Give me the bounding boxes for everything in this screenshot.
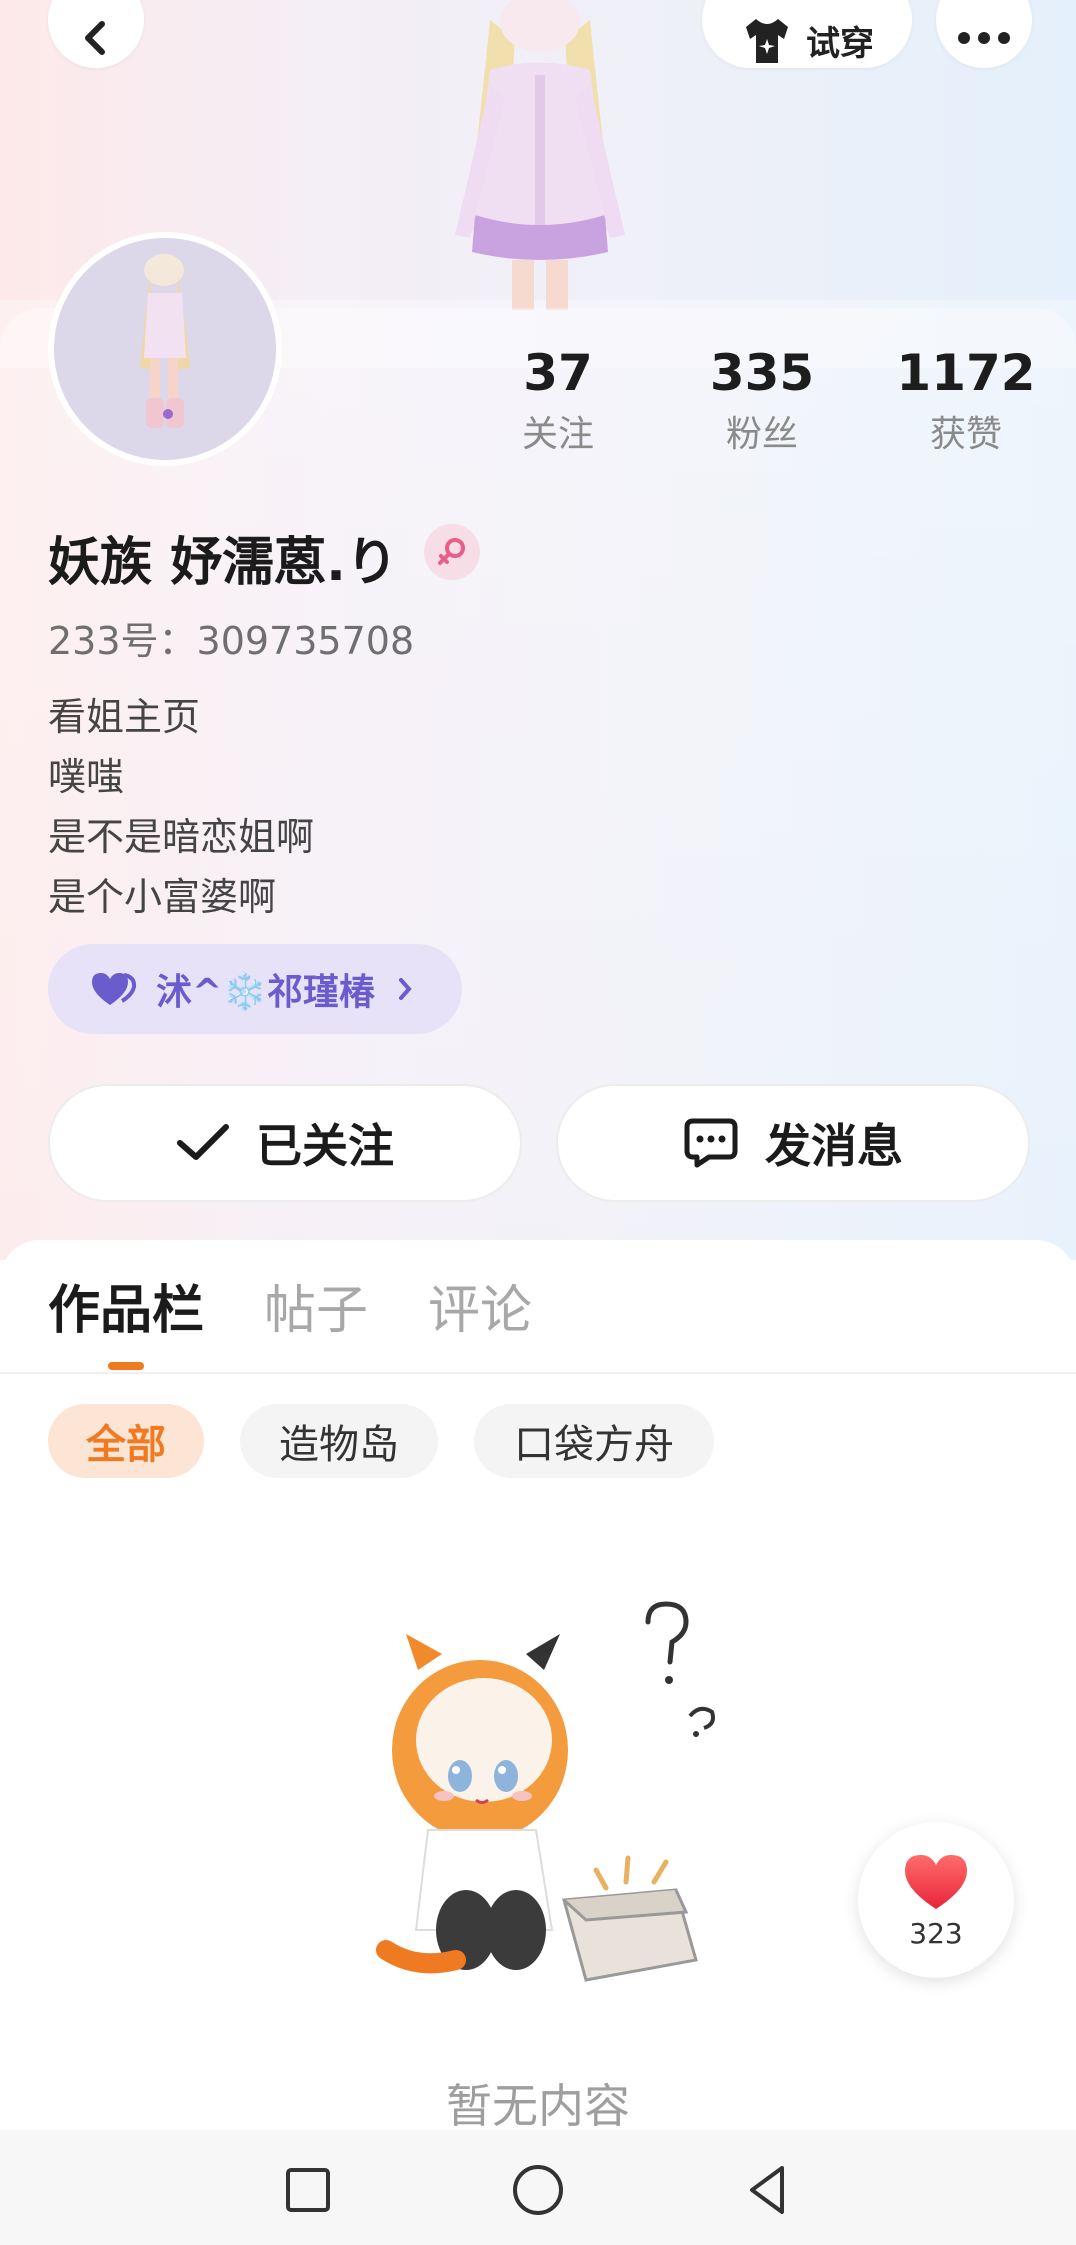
- gender-badge: [424, 524, 480, 580]
- filter-creation-island[interactable]: 造物岛: [240, 1404, 438, 1478]
- user-id-value: 309735708: [196, 619, 415, 663]
- user-id: 233号：309735708: [48, 610, 414, 665]
- divider: [0, 1372, 1076, 1374]
- stat-likes-label: 获赞: [929, 414, 1002, 455]
- stat-fans[interactable]: 335 粉丝: [672, 338, 852, 462]
- stat-following-label: 关注: [521, 414, 594, 455]
- like-floating-button[interactable]: 323: [858, 1822, 1014, 1978]
- stat-following[interactable]: 37 关注: [468, 338, 648, 462]
- stat-fans-label: 粉丝: [725, 414, 798, 455]
- female-icon: [438, 538, 465, 565]
- tryon-label: 试穿: [806, 23, 874, 64]
- avatar-image: [54, 238, 276, 460]
- profile-nickname: 妖族 妤濡蒽.り: [48, 533, 398, 593]
- home-icon[interactable]: [508, 2160, 568, 2220]
- user-id-label: 233号：: [48, 619, 197, 663]
- message-button-label: 发消息: [765, 1119, 903, 1173]
- relationship-tag[interactable]: 沭^❄️祁瑾椿: [48, 944, 462, 1034]
- heart-icon: [92, 973, 137, 1005]
- empty-state-text: 暂无内容: [446, 2079, 630, 2133]
- follow-button-label: 已关注: [256, 1119, 394, 1173]
- chevron-left-icon: [85, 21, 105, 55]
- stat-likes-value: 1172: [896, 344, 1036, 402]
- avatar-figure: [140, 254, 190, 428]
- back-nav-icon[interactable]: [738, 2160, 798, 2220]
- bio-line: 是不是暗恋姐啊: [48, 815, 315, 859]
- avatar-3d-figure: [455, 0, 625, 310]
- bio-line: 噗嗤: [48, 755, 125, 799]
- tab-works[interactable]: 作品栏: [48, 1268, 204, 1343]
- tab-posts[interactable]: 帖子: [264, 1268, 368, 1343]
- follow-button[interactable]: 已关注: [48, 1084, 522, 1202]
- like-count: 323: [909, 1916, 963, 1950]
- chat-icon: [684, 1118, 738, 1168]
- bio-line: 看姐主页: [48, 695, 201, 739]
- tab-active-indicator: [108, 1362, 144, 1370]
- relationship-tag-label: 沭^❄️祁瑾椿: [156, 972, 375, 1013]
- filter-all[interactable]: 全部: [48, 1404, 204, 1478]
- avatar[interactable]: [48, 232, 282, 466]
- tryon-button[interactable]: 试穿: [702, 0, 912, 68]
- message-button[interactable]: 发消息: [556, 1084, 1030, 1202]
- bio-line: 是个小富婆啊: [48, 875, 277, 919]
- more-dots-icon: [958, 32, 1010, 44]
- empty-state-illustration: [376, 1601, 715, 1982]
- filter-pocket-ark[interactable]: 口袋方舟: [474, 1404, 714, 1478]
- shirt-icon: [746, 19, 788, 63]
- stat-following-value: 37: [523, 344, 593, 402]
- check-icon: [177, 1124, 229, 1160]
- chevron-right-icon: [399, 978, 412, 1000]
- system-nav-bar: [0, 2130, 1076, 2245]
- recents-icon[interactable]: [278, 2160, 338, 2220]
- tab-comments[interactable]: 评论: [428, 1268, 532, 1343]
- stat-likes[interactable]: 1172 获赞: [876, 338, 1056, 462]
- heart-icon: [905, 1854, 967, 1909]
- stat-fans-value: 335: [709, 344, 815, 402]
